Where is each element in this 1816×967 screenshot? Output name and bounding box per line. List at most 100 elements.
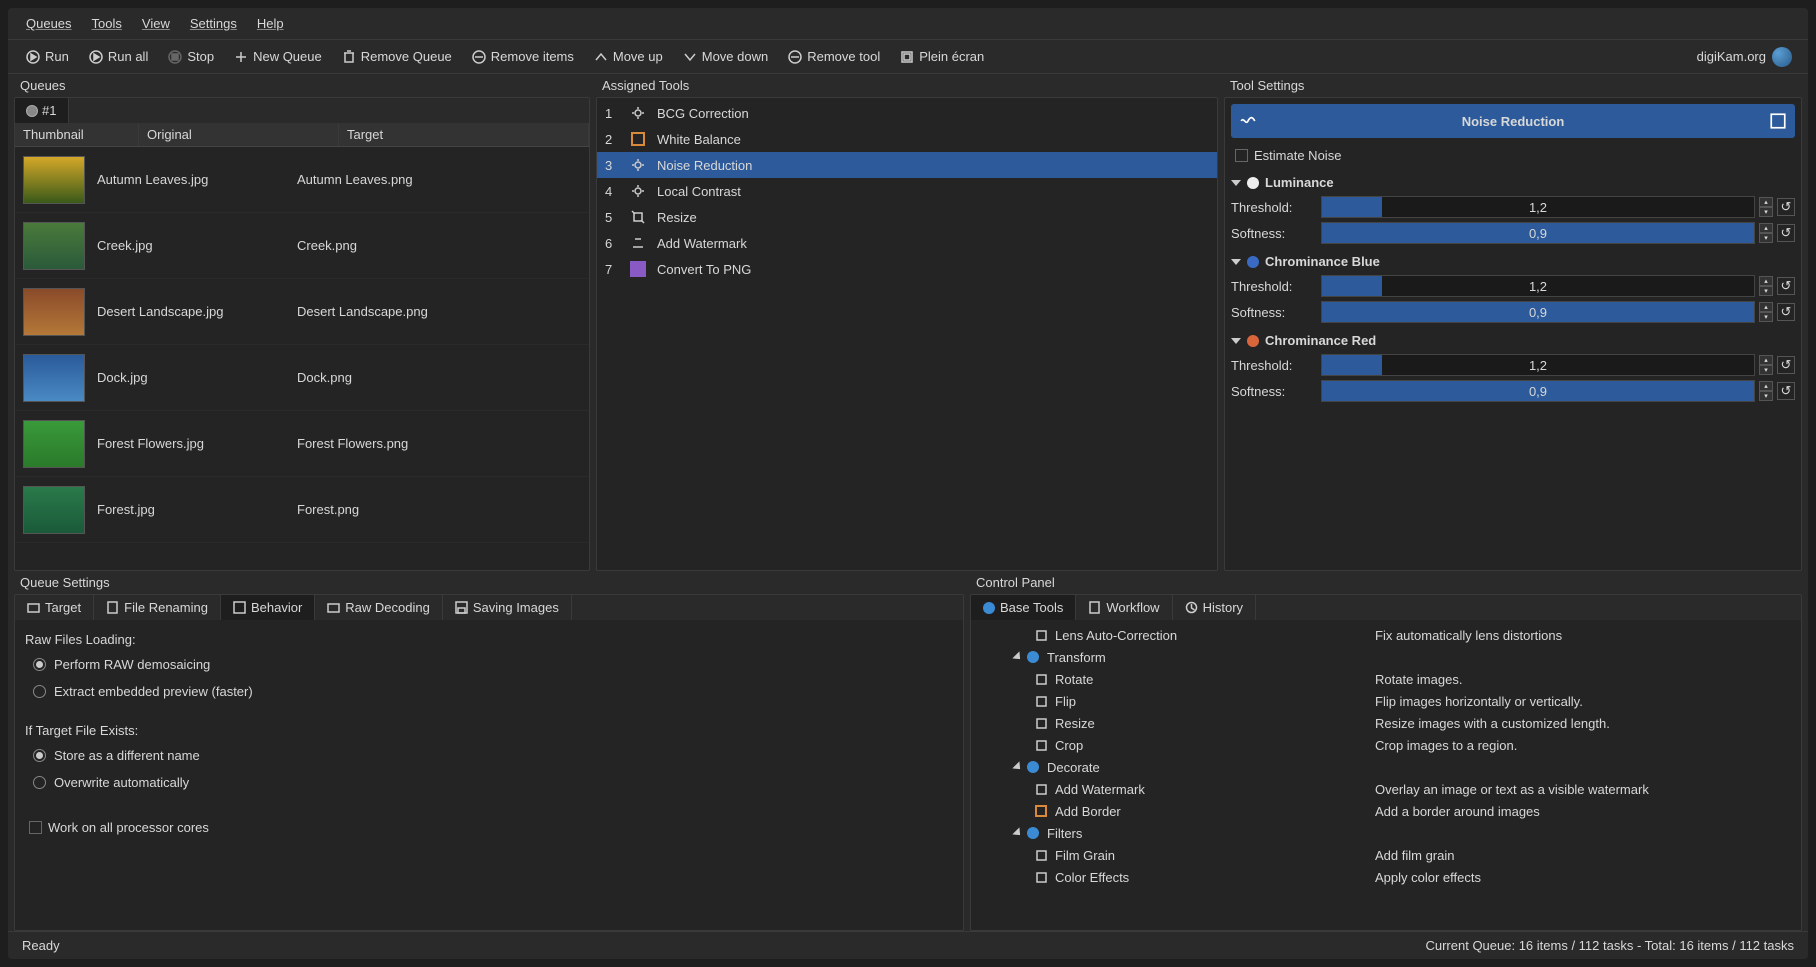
tree-item[interactable]: Add Border Add a border around images xyxy=(975,800,1797,822)
tree-item[interactable]: Crop Crop images to a region. xyxy=(975,734,1797,756)
queue-row[interactable]: Creek.jpg Creek.png xyxy=(15,213,589,279)
assigned-tool-row[interactable]: 1 BCG Correction xyxy=(597,100,1217,126)
tree-item[interactable]: Add Watermark Overlay an image or text a… xyxy=(975,778,1797,800)
tab-base-tools[interactable]: Base Tools xyxy=(971,595,1076,620)
assigned-tool-row[interactable]: 3 Noise Reduction xyxy=(597,152,1217,178)
tree-node-icon xyxy=(1033,781,1049,797)
remove-queue-button[interactable]: Remove Queue xyxy=(332,44,462,69)
tree-item[interactable]: Color Effects Apply color effects xyxy=(975,866,1797,888)
lum-softness-slider[interactable]: 0,9 xyxy=(1321,222,1755,244)
tab-saving-images[interactable]: Saving Images xyxy=(443,595,572,620)
tree-category[interactable]: Transform xyxy=(975,646,1797,668)
estimate-noise-checkbox[interactable]: Estimate Noise xyxy=(1231,142,1795,169)
tree-category[interactable]: Decorate xyxy=(975,756,1797,778)
radio-demosaic[interactable]: Perform RAW demosaicing xyxy=(25,655,953,674)
reset-button[interactable]: ↺ xyxy=(1777,224,1795,242)
col-original[interactable]: Original xyxy=(139,123,339,146)
target-cell: Dock.png xyxy=(293,370,589,385)
tree-node-name: Resize xyxy=(1055,716,1375,731)
menu-tools[interactable]: Tools xyxy=(82,12,132,35)
queue-row[interactable]: Desert Landscape.jpg Desert Landscape.pn… xyxy=(15,279,589,345)
col-target[interactable]: Target xyxy=(339,123,589,146)
reset-button[interactable]: ↺ xyxy=(1777,277,1795,295)
tree-node-icon xyxy=(1025,759,1041,775)
radio-overwrite[interactable]: Overwrite automatically xyxy=(25,773,953,792)
tab-workflow[interactable]: Workflow xyxy=(1076,595,1172,620)
tab-raw-decoding[interactable]: Raw Decoding xyxy=(315,595,443,620)
fullscreen-button[interactable]: Plein écran xyxy=(890,44,994,69)
spinner[interactable]: ▴▾ xyxy=(1759,355,1773,375)
tree-item[interactable]: Film Grain Add film grain xyxy=(975,844,1797,866)
menu-view[interactable]: View xyxy=(132,12,180,35)
assigned-tool-row[interactable]: 7 Convert To PNG xyxy=(597,256,1217,282)
queue-row[interactable]: Autumn Leaves.jpg Autumn Leaves.png xyxy=(15,147,589,213)
cr-softness-slider[interactable]: 0,9 xyxy=(1321,380,1755,402)
cb-threshold-slider[interactable]: 1,2 xyxy=(1321,275,1755,297)
reset-button[interactable]: ↺ xyxy=(1777,382,1795,400)
tool-icon xyxy=(629,104,647,122)
menu-queues[interactable]: Queues xyxy=(16,12,82,35)
move-down-button[interactable]: Move down xyxy=(673,44,778,69)
spinner[interactable]: ▴▾ xyxy=(1759,223,1773,243)
tree-item[interactable]: Resize Resize images with a customized l… xyxy=(975,712,1797,734)
tab-target[interactable]: Target xyxy=(15,595,94,620)
spinner[interactable]: ▴▾ xyxy=(1759,276,1773,296)
reset-button[interactable]: ↺ xyxy=(1777,356,1795,374)
target-cell: Autumn Leaves.png xyxy=(293,172,589,187)
tree-item[interactable]: Rotate Rotate images. xyxy=(975,668,1797,690)
tool-name: Resize xyxy=(657,210,697,225)
tree-node-desc: Add film grain xyxy=(1375,848,1793,863)
menu-settings[interactable]: Settings xyxy=(180,12,247,35)
run-button[interactable]: Run xyxy=(16,44,79,69)
queue-row[interactable]: Forest.jpg Forest.png xyxy=(15,477,589,543)
tab-behavior[interactable]: Behavior xyxy=(221,595,315,620)
tree-node-name: Film Grain xyxy=(1055,848,1375,863)
stop-button[interactable]: Stop xyxy=(158,44,224,69)
cr-threshold-slider[interactable]: 1,2 xyxy=(1321,354,1755,376)
spinner[interactable]: ▴▾ xyxy=(1759,381,1773,401)
move-up-button[interactable]: Move up xyxy=(584,44,673,69)
radio-extract[interactable]: Extract embedded preview (faster) xyxy=(25,682,953,701)
chrom-blue-section[interactable]: Chrominance Blue xyxy=(1231,250,1795,273)
run-all-button[interactable]: Run all xyxy=(79,44,158,69)
tab-file-renaming[interactable]: File Renaming xyxy=(94,595,221,620)
lum-threshold-slider[interactable]: 1,2 xyxy=(1321,196,1755,218)
tree-category[interactable]: Filters xyxy=(975,822,1797,844)
remove-tool-button[interactable]: Remove tool xyxy=(778,44,890,69)
luminance-section[interactable]: Luminance xyxy=(1231,171,1795,194)
assigned-tool-row[interactable]: 5 Resize xyxy=(597,204,1217,230)
radio-diff-name[interactable]: Store as a different name xyxy=(25,746,953,765)
queue-tab-1[interactable]: #1 xyxy=(15,98,69,123)
queue-row[interactable]: Dock.jpg Dock.png xyxy=(15,345,589,411)
remove-items-button[interactable]: Remove items xyxy=(462,44,584,69)
brand-link[interactable]: digiKam.org xyxy=(1689,47,1800,67)
tree-node-desc: Crop images to a region. xyxy=(1375,738,1793,753)
assigned-tool-row[interactable]: 6 Add Watermark xyxy=(597,230,1217,256)
original-cell: Desert Landscape.jpg xyxy=(93,304,293,319)
tree-item[interactable]: Lens Auto-Correction Fix automatically l… xyxy=(975,624,1797,646)
expand-icon xyxy=(1012,827,1023,838)
tool-icon xyxy=(629,208,647,226)
queue-settings-title: Queue Settings xyxy=(14,571,964,594)
tab-history[interactable]: History xyxy=(1173,595,1256,620)
assigned-tool-row[interactable]: 4 Local Contrast xyxy=(597,178,1217,204)
spinner[interactable]: ▴▾ xyxy=(1759,197,1773,217)
tree-node-desc: Rotate images. xyxy=(1375,672,1793,687)
expand-icon[interactable] xyxy=(1769,112,1787,130)
col-thumbnail[interactable]: Thumbnail xyxy=(15,123,139,146)
chrom-red-section[interactable]: Chrominance Red xyxy=(1231,329,1795,352)
tree-item[interactable]: Flip Flip images horizontally or vertica… xyxy=(975,690,1797,712)
reset-button[interactable]: ↺ xyxy=(1777,303,1795,321)
all-cores-checkbox[interactable]: Work on all processor cores xyxy=(25,814,953,841)
menu-help[interactable]: Help xyxy=(247,12,294,35)
cb-softness-slider[interactable]: 0,9 xyxy=(1321,301,1755,323)
assigned-tool-row[interactable]: 2 White Balance xyxy=(597,126,1217,152)
reset-button[interactable]: ↺ xyxy=(1777,198,1795,216)
queue-row[interactable]: Forest Flowers.jpg Forest Flowers.png xyxy=(15,411,589,477)
tool-index: 1 xyxy=(605,106,619,121)
spinner[interactable]: ▴▾ xyxy=(1759,302,1773,322)
tree-node-desc: Add a border around images xyxy=(1375,804,1793,819)
tree-node-name: Crop xyxy=(1055,738,1375,753)
tool-settings-header: Noise Reduction xyxy=(1231,104,1795,138)
new-queue-button[interactable]: New Queue xyxy=(224,44,332,69)
